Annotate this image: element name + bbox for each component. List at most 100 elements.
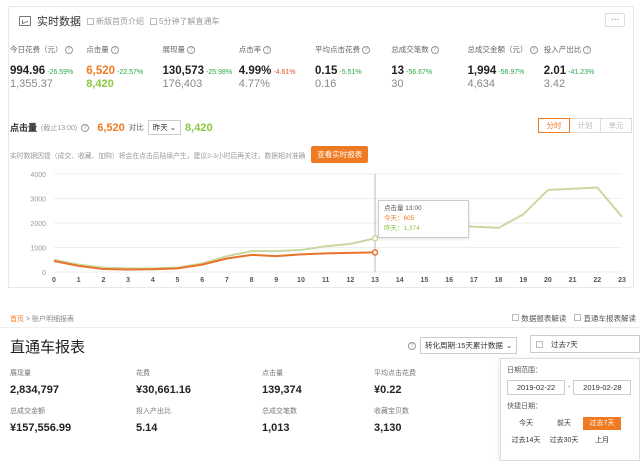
kpi-label: 总成交金额（元）? [468,44,544,55]
kpi-change: -56.97% [498,69,525,76]
chevron-down-icon: ⌄ [169,123,177,132]
x-tick-label: 19 [519,277,527,282]
help-icon[interactable]: ? [583,45,592,54]
quick-dates: 今天 前天 过去7天过去14天 过去30天 上月 [507,417,633,447]
end-date-input[interactable]: 2019-02-28 [573,380,632,395]
click-chart: 010002000300040000 1 2 3 4 5 6 7 8 9 10 11 12 13 14 15 1… [30,172,626,282]
compare-select[interactable]: 昨天 ⌄ [147,120,182,135]
help-icon[interactable]: ? [263,45,272,54]
kpi-previous: 0.16 [315,78,337,90]
kpi-value: 4.99% [238,65,272,77]
book-icon [87,17,94,25]
metric-value: 139,374 [262,384,302,396]
x-tick-label: 2 [101,277,105,282]
tab-hourly[interactable]: 分时 [538,118,570,133]
metric-label: 点击量 [262,370,283,377]
kpi-card: 平均点击花费? 0.15 -5.51% 0.16 [315,44,391,90]
x-tick-label: 3 [126,277,130,282]
play-icon [150,17,157,25]
y-tick-label: 1000 [30,246,46,253]
kpi-change: -41.23% [568,69,595,76]
kpi-previous: 176,403 [162,78,203,90]
guide-link[interactable]: 5分钟了解直通车 [150,16,219,27]
kpi-card: 点击率? 4.99% -4.61% 4.77% [239,44,315,90]
kpi-card: 总成交笔数? 13 -56.67% 30 [391,44,467,90]
notice-text: 实时数据因提（成交、收藏、加购）将会在点击后陆续产生，建议2-3小时后再关注，数… [10,152,306,160]
x-tick-label: 7 [225,277,229,282]
kpi-card: 今日花费（元）? 994.96 -26.59% 1,355.37 [10,44,86,90]
help-icon[interactable]: ? [529,45,538,54]
kpi-value: 130,573 [162,65,205,77]
more-button[interactable]: ... [605,13,625,27]
kpi-previous: 3.42 [543,78,566,90]
kpi-previous: 4,634 [467,78,496,90]
breadcrumb-home[interactable]: 首页 [10,316,24,323]
metric-value: 2,834,797 [10,384,59,396]
quick-date-option[interactable]: 上月 [583,434,621,447]
help-icon[interactable]: ? [187,45,195,54]
breadcrumb: 首页 > 账户明细报表 [10,316,74,323]
metric-value: ¥157,556.99 [10,422,72,434]
metric-label: 花费 [136,370,150,377]
metric-value: ¥30,661.16 [136,384,192,396]
breadcrumb-current: 账户明细报表 [32,316,74,323]
x-tick-label: 1 [77,277,81,282]
click-summary: 点击量 (截止13:00) ? 6,520 对比 昨天 ⌄ 8,420 [10,120,213,135]
x-tick-label: 6 [200,277,204,282]
x-tick-label: 10 [297,277,305,282]
panel-header: 实时数据 新版首页介绍 5分钟了解直通车 [19,13,219,29]
date-picker-panel: 日期范围： 2019-02-22 - 2019-02-28 快捷日期： 今天 前天… [500,358,640,461]
tooltip-title: 点击量 13:00 [384,205,422,212]
doc-icon [512,314,520,321]
quick-label: 快捷日期： [507,403,542,410]
help-icon[interactable]: ? [430,45,439,54]
quick-date-option[interactable]: 前天 [545,417,583,430]
compare-label: 对比 [128,123,144,132]
x-tick-label: 20 [544,277,552,282]
tab-unit[interactable]: 单元 [600,118,632,133]
kpi-label: 投入产出比? [544,44,620,55]
kpi-change: -5.51% [339,69,362,76]
kpi-change: -25.98% [206,69,233,76]
view-segment: 分时 计划 单元 [538,118,632,133]
help-icon[interactable]: ? [110,45,119,54]
x-tick-label: 17 [470,277,478,282]
tooltip-today: 今天：605 [384,215,415,222]
help-icon[interactable]: ? [64,45,73,54]
chart-tooltip: 点击量 13:00 今天：605 昨天：1,374 [378,200,469,238]
help-icon[interactable]: ? [362,45,370,54]
series-point [371,249,379,256]
metric-label: 平均点击花费 [374,370,416,377]
start-date-input[interactable]: 2019-02-22 [507,380,565,395]
help-icon[interactable]: ? [408,341,416,350]
metric-value: ¥0.22 [374,384,402,396]
y-tick-label: 0 [42,270,46,277]
metric-value: 3,130 [374,422,402,434]
quick-date-option[interactable]: 过去30天 [545,434,583,447]
period-select[interactable]: 转化周期:15天累计数据 ⌄ [420,337,518,354]
x-tick-label: 14 [396,277,404,282]
quick-date-option[interactable]: 过去7天 [583,417,621,430]
kpi-card: 总成交金额（元）? 1,994 -56.97% 4,634 [468,44,544,90]
series-point [371,235,379,242]
doc-icon [574,314,582,321]
kpi-card: 投入产出比? 2.01 -41.23% 3.42 [544,44,620,90]
help-icon[interactable]: ? [81,123,90,132]
report-metrics: 展现量 2,834,797 花费 ¥30,661.16 点击量 139,374 平均点击花费… [10,368,490,434]
quick-date-option[interactable]: 过去14天 [507,434,545,447]
kpi-previous: 8,420 [86,78,114,90]
click-yesterday-value: 8,420 [185,121,213,134]
report-links: 数据报表解读 直通车报表解读 [512,313,636,324]
series-line [53,186,623,270]
kpi-card: 展现量? 130,573 -25.98% 176,403 [163,44,239,90]
kpi-label: 今日花费（元）? [10,44,86,55]
metric-label: 总成交金额 [10,408,45,415]
quick-date-option[interactable]: 今天 [507,417,545,430]
explain-link[interactable]: 数据报表解读 [512,313,566,324]
kpi-label: 点击量? [86,44,162,55]
chevron-down-icon: ⌄ [505,341,513,350]
report-explain-link[interactable]: 直通车报表解读 [574,313,636,324]
date-select[interactable]: 过去7天 [530,335,640,353]
intro-link[interactable]: 新版首页介绍 [87,16,144,27]
tab-plan[interactable]: 计划 [569,118,601,133]
